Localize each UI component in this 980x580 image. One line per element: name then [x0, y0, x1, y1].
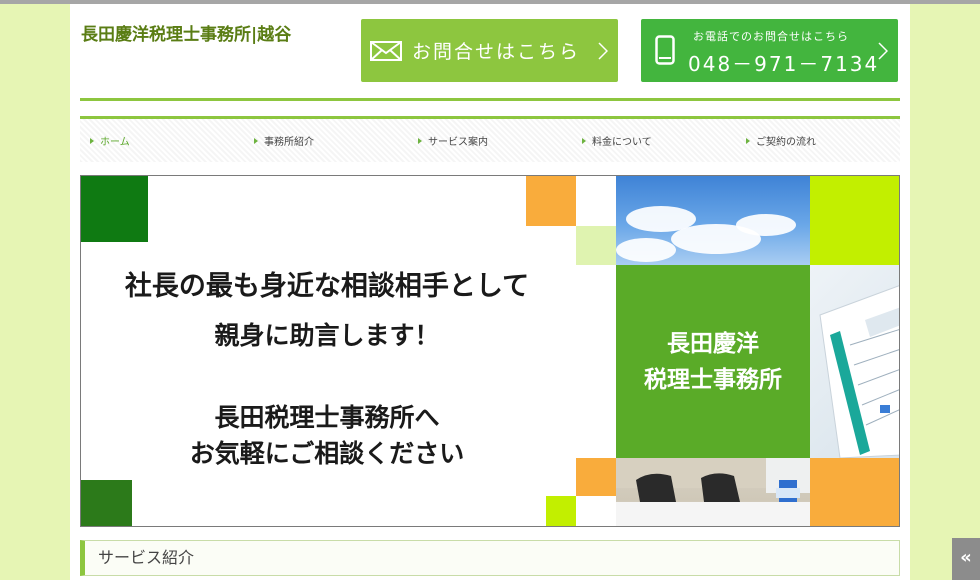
deco-square: [81, 480, 132, 526]
cloud: [616, 238, 676, 262]
hero-headline-2: 親身に助言します！: [214, 321, 440, 350]
hero-headline-3: 長田税理士事務所へ: [214, 403, 440, 432]
nav-bullet-icon: [746, 137, 750, 144]
deco-square: [81, 176, 148, 242]
envelope-icon: [370, 40, 402, 61]
tax-documents-photo: [810, 265, 899, 459]
section-title-services: サービス紹介: [80, 540, 900, 576]
nav-item-contract-flow[interactable]: ご契約の流れ: [746, 133, 816, 148]
nav-item-label: ご契約の流れ: [756, 137, 816, 148]
nav-item-fees[interactable]: 料金について: [582, 133, 652, 148]
phone-button-label: お電話でのお問合せはこちら: [693, 30, 849, 43]
office-name-line1: 長田慶洋: [667, 330, 759, 357]
hero-banner[interactable]: 長田慶洋 税理士事務所 社長の最も身近な相談相手として 親身に助言します！ 長田…: [80, 175, 900, 527]
hero-headline-1: 社長の最も身近な相談相手として: [124, 271, 530, 302]
chevron-right-icon: [878, 41, 888, 60]
nav-item-services[interactable]: サービス案内: [418, 133, 488, 148]
deco-square: [576, 226, 616, 265]
deco-square: [810, 458, 899, 526]
office-photo: [616, 458, 810, 526]
nav-item-home[interactable]: ホーム: [90, 133, 130, 148]
phone-button[interactable]: お電話でのお問合せはこちら 048－971－7134: [641, 19, 898, 82]
nav-item-label: ホーム: [100, 137, 130, 148]
deco-square: [576, 458, 616, 496]
office-name-line2: 税理士事務所: [644, 366, 782, 393]
office-illustration: [616, 458, 810, 526]
documents-illustration: [819, 285, 899, 459]
deco-square: [526, 176, 576, 226]
phone-number: 048－971－7134: [688, 52, 880, 76]
chevron-right-icon: [598, 41, 608, 60]
deco-square: [810, 176, 899, 265]
mobile-phone-icon: [655, 35, 675, 65]
global-nav: ホーム 事務所紹介 サービス案内 料金について ご契約の流れ: [80, 116, 900, 162]
site-title[interactable]: 長田慶洋税理士事務所|越谷: [81, 20, 291, 45]
nav-item-label: 料金について: [592, 137, 652, 148]
nav-item-label: サービス案内: [428, 137, 488, 148]
contact-button-label: お問合せはこちら: [412, 41, 581, 63]
page-container: 長田慶洋税理士事務所|越谷 お問合せはこちら お電話でのお問合せはこちら 048…: [70, 4, 910, 580]
hero-headline-4: お気軽にご相談ください: [189, 439, 465, 468]
header-divider: [80, 98, 900, 101]
nav-bullet-icon: [254, 137, 258, 144]
deco-square: [546, 496, 576, 526]
nav-bullet-icon: [582, 137, 586, 144]
cloud: [736, 214, 796, 236]
nav-bullet-icon: [418, 137, 422, 144]
nav-bullet-icon: [90, 137, 94, 144]
nav-item-office[interactable]: 事務所紹介: [254, 133, 314, 148]
sky-photo: [616, 176, 810, 265]
nav-item-label: 事務所紹介: [264, 137, 314, 148]
contact-button[interactable]: お問合せはこちら: [361, 19, 618, 82]
scroll-to-top-button[interactable]: «: [952, 538, 980, 580]
office-name-panel: 長田慶洋 税理士事務所: [616, 265, 810, 458]
